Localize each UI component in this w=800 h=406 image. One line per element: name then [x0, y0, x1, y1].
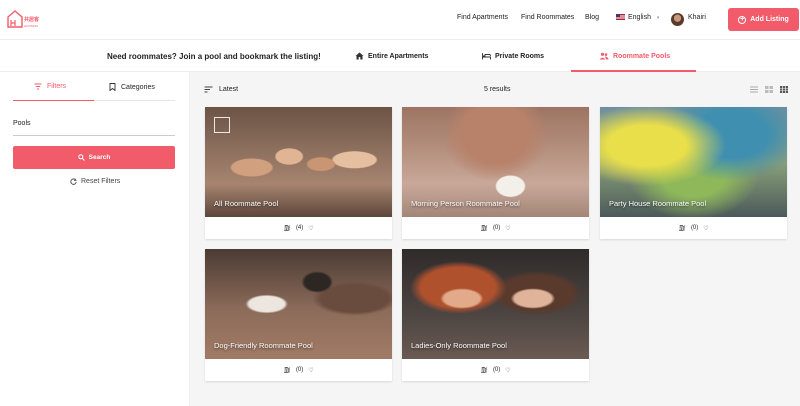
nav-find-roommates[interactable]: Find Roommates: [521, 14, 574, 21]
sidebar-tab-label: Categories: [121, 83, 155, 91]
member-count: (0): [690, 225, 699, 231]
pool-card-party-house[interactable]: Party House Roommate Pool ⛽︎ (0) ♡: [600, 107, 787, 239]
bookmark-icon: [109, 83, 116, 91]
heart-icon[interactable]: ♡: [308, 367, 313, 374]
tab-private-rooms[interactable]: Private Rooms: [482, 52, 544, 60]
heart-icon[interactable]: ♡: [308, 225, 313, 232]
search-button-label: Search: [88, 154, 111, 161]
search-button[interactable]: Search: [13, 146, 175, 169]
card-title: Party House Roommate Pool: [609, 199, 707, 208]
tab-label: Entire Apartments: [368, 52, 429, 60]
pool-card-morning-person[interactable]: Morning Person Roommate Pool ⛽︎ (0) ♡: [402, 107, 589, 239]
pool-card-ladies-only[interactable]: Ladies-Only Roommate Pool ⛽︎ (0) ♡: [402, 249, 589, 381]
pools-field[interactable]: Pools: [13, 120, 31, 127]
pool-card-all[interactable]: All Roommate Pool ⛽︎ (4) ♡: [205, 107, 392, 239]
sort-dropdown[interactable]: Latest: [204, 86, 238, 93]
users-icon: [599, 52, 609, 60]
language-selector[interactable]: English ▾: [616, 14, 659, 21]
member-count: (4): [295, 225, 304, 231]
pool-join-icon[interactable]: ⛽︎: [283, 367, 291, 374]
reset-filters-label: Reset Filters: [81, 178, 121, 185]
member-count: (0): [492, 225, 501, 231]
member-count: (0): [295, 367, 304, 373]
card-image[interactable]: All Roommate Pool: [205, 107, 392, 217]
grid-2-view-icon[interactable]: [765, 86, 773, 93]
refresh-icon: [70, 178, 77, 185]
card-title: Morning Person Roommate Pool: [411, 199, 520, 208]
house-logo-icon: [7, 10, 23, 28]
reset-filters-button[interactable]: Reset Filters: [70, 178, 120, 185]
bed-icon: [482, 53, 491, 60]
tab-label: Private Rooms: [495, 52, 545, 60]
promo-text: Need roommates? Join a pool and bookmark…: [107, 52, 321, 61]
card-image[interactable]: Dog-Friendly Roommate Pool: [205, 249, 392, 359]
card-image[interactable]: Morning Person Roommate Pool: [402, 107, 589, 217]
card-footer: ⛽︎ (0) ♡: [402, 359, 589, 381]
heart-icon[interactable]: ♡: [505, 367, 510, 374]
card-title: All Roommate Pool: [214, 199, 279, 208]
sort-label: Latest: [219, 86, 239, 93]
heart-icon[interactable]: ♡: [505, 225, 510, 232]
brand-logo[interactable]: 共居客 HOUSING: [7, 10, 41, 32]
heart-icon[interactable]: ♡: [703, 225, 708, 232]
view-toggle-group: [750, 86, 788, 93]
logo-text: 共居客: [24, 17, 40, 23]
us-flag-icon: [616, 14, 625, 20]
grid-3-view-icon[interactable]: [780, 86, 788, 93]
results-panel: Latest 5 results All Roommate Pool ⛽︎ (4…: [190, 72, 800, 406]
sidebar-tab-label: Filters: [47, 83, 67, 90]
filter-icon: [34, 83, 42, 90]
sidebar-tab-filters[interactable]: Filters: [34, 83, 66, 90]
card-title: Dog-Friendly Roommate Pool: [214, 341, 313, 350]
plus-circle-icon: +: [738, 15, 747, 24]
avatar[interactable]: [671, 13, 684, 26]
pool-join-icon[interactable]: ⛽︎: [480, 225, 488, 232]
card-footer: ⛽︎ (0) ♡: [205, 359, 392, 381]
logo-subtext: HOUSING: [24, 24, 39, 28]
pool-join-icon[interactable]: ⛽︎: [283, 225, 291, 232]
list-view-icon[interactable]: [750, 86, 758, 93]
tab-label: Roommate Pools: [613, 52, 671, 60]
sidebar-tab-divider: [94, 100, 175, 101]
language-label: English: [628, 14, 651, 21]
bookmark-frame-icon: [214, 117, 230, 133]
tab-roommate-pools[interactable]: Roommate Pools: [599, 52, 670, 60]
home-icon: [355, 52, 364, 60]
active-sidebar-tab-indicator: [13, 100, 94, 101]
tab-entire-apartments[interactable]: Entire Apartments: [355, 52, 428, 60]
pool-join-icon[interactable]: ⛽︎: [678, 225, 686, 232]
card-footer: ⛽︎ (4) ♡: [205, 217, 392, 239]
results-count: 5 results: [484, 86, 511, 93]
search-icon: [77, 154, 85, 161]
add-listing-label: Add Listing: [750, 16, 789, 23]
user-name[interactable]: Khairi: [688, 14, 706, 21]
sidebar-tab-categories[interactable]: Categories: [109, 83, 155, 91]
card-title: Ladies-Only Roommate Pool: [411, 341, 507, 350]
card-image[interactable]: Party House Roommate Pool: [600, 107, 787, 217]
pool-card-dog-friendly[interactable]: Dog-Friendly Roommate Pool ⛽︎ (0) ♡: [205, 249, 392, 381]
pool-join-icon[interactable]: ⛽︎: [480, 367, 488, 374]
nav-blog[interactable]: Blog: [585, 14, 599, 21]
chevron-down-icon: ▾: [656, 15, 660, 21]
pools-field-underline: [13, 135, 175, 136]
top-header: 共居客 HOUSING Find Apartments Find Roommat…: [0, 0, 800, 40]
sort-icon: [204, 86, 213, 93]
nav-find-apartments[interactable]: Find Apartments: [457, 14, 508, 21]
member-count: (0): [492, 367, 501, 373]
card-footer: ⛽︎ (0) ♡: [402, 217, 589, 239]
card-image[interactable]: Ladies-Only Roommate Pool: [402, 249, 589, 359]
add-listing-button[interactable]: + Add Listing: [728, 8, 799, 31]
filter-sidebar: Filters Categories Pools Search Reset Fi…: [0, 72, 190, 406]
card-footer: ⛽︎ (0) ♡: [600, 217, 787, 239]
category-bar: Need roommates? Join a pool and bookmark…: [0, 40, 800, 72]
